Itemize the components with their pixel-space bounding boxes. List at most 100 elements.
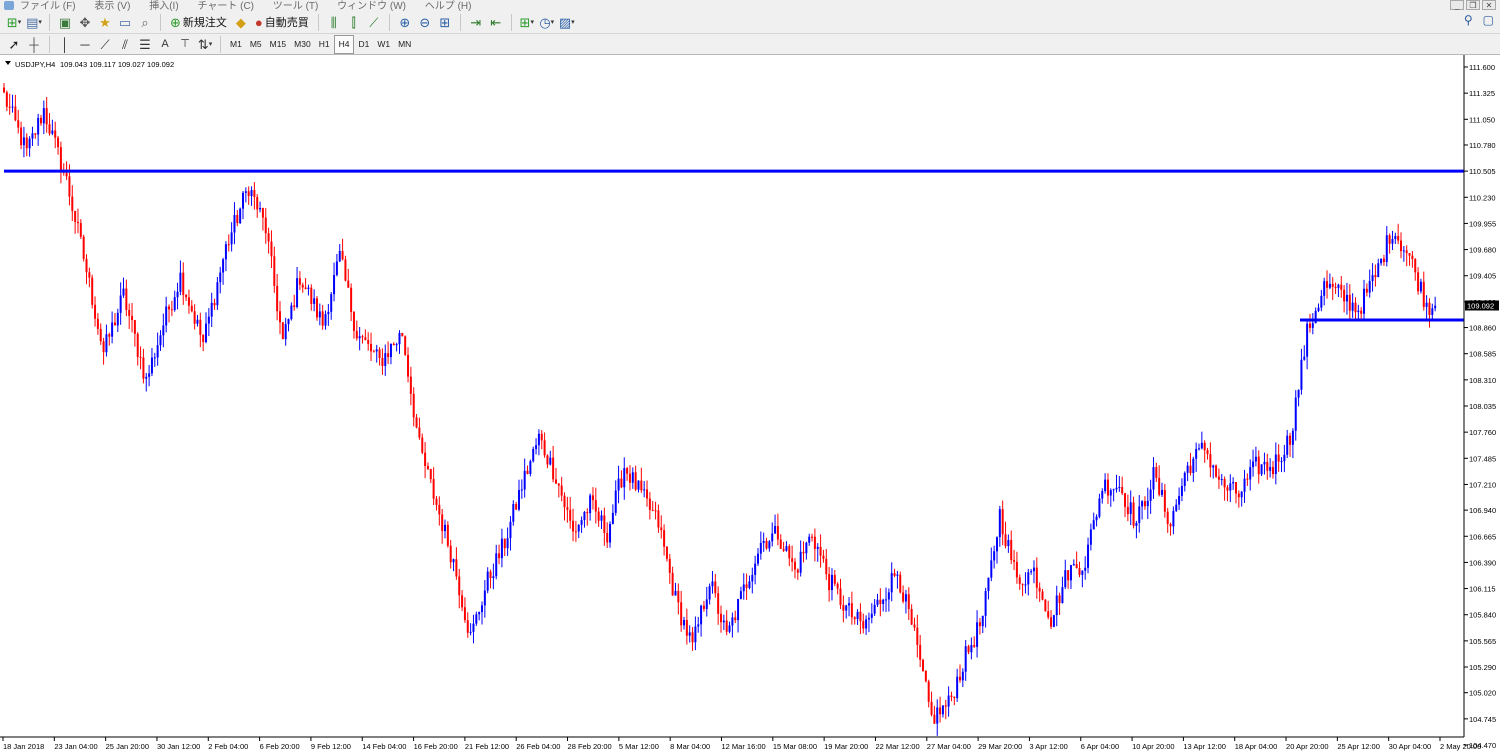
candle-body xyxy=(1069,565,1072,581)
candle-body xyxy=(987,577,990,592)
tile-windows-button[interactable]: ⊞ xyxy=(435,13,455,32)
candle-body xyxy=(207,316,210,324)
candle-body xyxy=(774,526,777,534)
timeframe-mn[interactable]: MN xyxy=(394,36,415,53)
menu-insert[interactable]: 挿入(I) xyxy=(149,1,178,11)
price-tick-label: 108.860 xyxy=(1469,324,1496,333)
new-order-icon: ⊕ xyxy=(170,14,181,30)
candle-body xyxy=(54,130,57,138)
market-watch-button[interactable]: ▣ xyxy=(55,13,75,32)
timeframe-h1[interactable]: H1 xyxy=(315,36,334,53)
candlesticks-button[interactable]: ⫿ xyxy=(344,13,364,32)
navigator-button[interactable]: ★ xyxy=(95,13,115,32)
trendline-button[interactable]: ⟋ xyxy=(95,35,115,54)
timeframe-m15[interactable]: M15 xyxy=(266,36,291,53)
candle-body xyxy=(1260,464,1263,475)
arrows-button[interactable]: ⇅ ▾ xyxy=(195,35,215,54)
candle-body xyxy=(278,311,281,323)
candle-body xyxy=(14,106,17,121)
candle-body xyxy=(859,611,862,622)
candle-body xyxy=(1143,501,1146,507)
candle-body xyxy=(825,558,828,575)
candle-body xyxy=(1206,450,1209,455)
search-icon[interactable]: ⚲ xyxy=(1464,13,1473,27)
price-chart[interactable]: 111.600 111.325 111.050 110.780 110.505 110.2… xyxy=(0,55,1500,753)
timeframe-m30[interactable]: M30 xyxy=(290,36,315,53)
minimize-icon[interactable]: _ xyxy=(1450,0,1464,10)
indicators-button[interactable]: ⊞ ▾ xyxy=(517,13,537,32)
timeframe-w1[interactable]: W1 xyxy=(373,36,394,53)
candle-body xyxy=(1018,577,1021,584)
candle-body xyxy=(1269,467,1272,471)
price-tick-label: 108.310 xyxy=(1469,376,1496,385)
candle-body xyxy=(626,468,629,474)
candle-body xyxy=(1385,235,1388,263)
candle-body xyxy=(509,521,512,539)
candle-body xyxy=(1217,476,1220,480)
candle-body xyxy=(1089,529,1092,545)
fibonacci-button[interactable]: ☰ xyxy=(135,35,155,54)
candle-body xyxy=(563,495,566,508)
timeframe-h4[interactable]: H4 xyxy=(333,34,355,54)
candle-body xyxy=(922,659,925,671)
terminal-button[interactable]: ▭ xyxy=(115,13,135,32)
chat-icon[interactable]: ▢ xyxy=(1483,13,1494,27)
zoom-in-button[interactable]: ⊕ xyxy=(395,13,415,32)
cursor-button[interactable]: ➚ xyxy=(4,35,24,54)
price-tick-label: 105.565 xyxy=(1469,637,1496,646)
candle-body xyxy=(503,538,506,549)
candle-body xyxy=(603,515,606,534)
candle-body xyxy=(867,617,870,620)
trendline-icon: ⟋ xyxy=(100,36,110,52)
candle-body xyxy=(947,695,950,707)
auto-trading-button[interactable]: ● 自動売買 xyxy=(251,13,313,32)
candle-body xyxy=(1377,263,1380,278)
text-tool-button[interactable]: A xyxy=(155,35,175,54)
candle-body xyxy=(1149,489,1152,501)
candle-body xyxy=(478,612,481,615)
candle-body xyxy=(22,137,25,146)
strategy-tester-button[interactable]: ⌕ xyxy=(135,13,155,32)
candle-body xyxy=(1104,479,1107,492)
close-icon[interactable]: ✕ xyxy=(1482,0,1496,10)
menu-help[interactable]: ヘルプ (H) xyxy=(425,1,472,11)
timeframe-d1[interactable]: D1 xyxy=(354,36,373,53)
candle-body xyxy=(224,244,227,260)
menu-view[interactable]: 表示 (V) xyxy=(94,1,130,11)
menu-window[interactable]: ウィンドウ (W) xyxy=(337,1,406,11)
auto-scroll-button[interactable]: ⇤ xyxy=(486,13,506,32)
candle-body xyxy=(959,676,961,681)
zoom-out-button[interactable]: ⊖ xyxy=(415,13,435,32)
horizontal-line-button[interactable]: ─ xyxy=(75,35,95,54)
menu-tools[interactable]: ツール (T) xyxy=(273,1,319,11)
timeframe-m5[interactable]: M5 xyxy=(246,36,266,53)
restore-icon[interactable]: ❐ xyxy=(1466,0,1480,10)
text-label-button[interactable]: ⊤ xyxy=(175,35,195,54)
text-tool-label: A xyxy=(161,38,169,50)
profiles-button[interactable]: ▤ ▾ xyxy=(24,13,44,32)
candle-body xyxy=(17,120,20,128)
vertical-line-button[interactable]: │ xyxy=(55,35,75,54)
line-chart-button[interactable]: ⟋ xyxy=(364,13,384,32)
candle-body xyxy=(936,707,939,724)
metaeditor-button[interactable]: ◆ xyxy=(231,13,251,32)
new-order-button[interactable]: ⊕ 新規注文 xyxy=(166,13,231,32)
bar-chart-button[interactable]: ⫼ xyxy=(324,13,344,32)
templates-button[interactable]: ▨ ▾ xyxy=(557,13,577,32)
new-chart-button[interactable]: ⊞ ▾ xyxy=(4,13,24,32)
equidistant-channel-icon: ⫽ xyxy=(122,36,128,52)
periods-button[interactable]: ◷ ▾ xyxy=(537,13,557,32)
candle-body xyxy=(1243,478,1246,492)
candle-body xyxy=(865,619,868,629)
crosshair-button[interactable]: ┼ xyxy=(24,35,44,54)
candle-body xyxy=(48,124,51,134)
timeframe-m1[interactable]: M1 xyxy=(226,36,246,53)
candle-body xyxy=(242,192,244,209)
candle-body xyxy=(956,676,959,699)
channel-button[interactable]: ⫽ xyxy=(115,35,135,54)
menu-chart[interactable]: チャート (C) xyxy=(197,1,254,11)
candle-body xyxy=(549,457,552,465)
data-window-button[interactable]: ✥ xyxy=(75,13,95,32)
chart-shift-button[interactable]: ⇥ xyxy=(466,13,486,32)
menu-file[interactable]: ファイル (F) xyxy=(20,1,76,11)
